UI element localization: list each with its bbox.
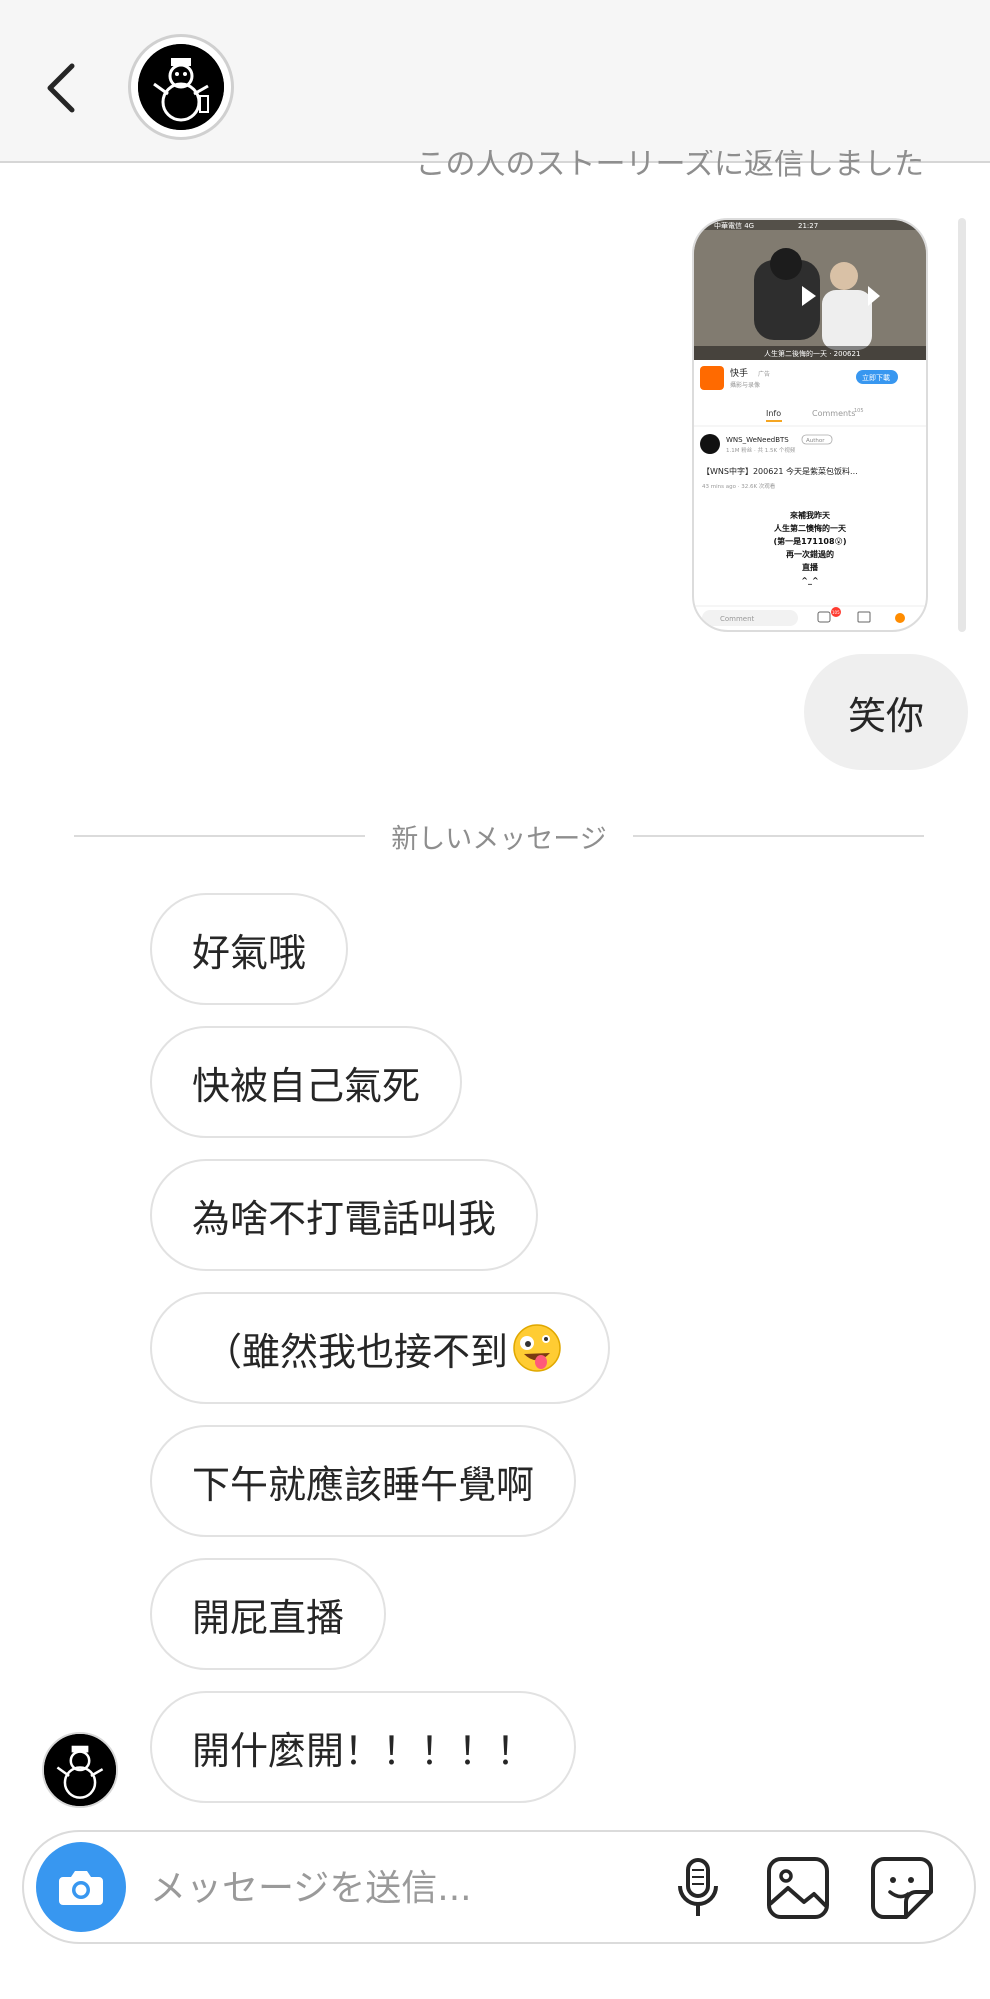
author-meta: 1.1M 粉丝 · 共 1.5K 个视频 (726, 446, 796, 454)
ad-app-name: 快手 (730, 367, 748, 379)
comment-placeholder: Comment (720, 615, 755, 623)
received-message-bubble[interactable]: 開屁直播 (150, 1558, 387, 1670)
message-text: 為啥不打電話叫我 (192, 1196, 497, 1241)
gallery-icon[interactable] (764, 1854, 832, 1922)
message-text: 開什麼開！！！！！ (192, 1728, 535, 1773)
snowman-avatar-icon (44, 1734, 116, 1806)
tab-comments-count: 105 (854, 408, 864, 414)
received-message-bubble[interactable]: （雖然我也接不到 (150, 1292, 611, 1404)
divider-line (74, 835, 366, 837)
sender-avatar[interactable] (42, 1732, 118, 1808)
post-title: 【WNS中字】200621 今天是紫菜包饭料... (702, 466, 858, 476)
back-button[interactable] (40, 58, 84, 118)
sent-message-text: 笑你 (847, 693, 924, 738)
camera-icon (59, 1871, 103, 1905)
message-text: （雖然我也接不到 (204, 1329, 509, 1374)
kuaishou-logo-icon (700, 366, 724, 390)
ad-tag: 广告 (758, 370, 770, 378)
video-caption: 人生第二後悔的一天 · 200621 (764, 349, 860, 358)
divider-label: 新しいメッセージ (391, 823, 607, 855)
story-body-line: 人生第二懊悔的一天 (774, 523, 847, 533)
chat-header (0, 0, 990, 163)
tab-comments: Comments (812, 409, 855, 418)
message-input[interactable] (148, 1854, 672, 1922)
post-meta: 43 mins ago · 32.6K 次观看 (702, 482, 776, 490)
scrollbar[interactable] (958, 218, 966, 632)
story-body-line: (第一是171108😮) (773, 536, 846, 546)
author-badge: Author (806, 438, 825, 444)
story-body-line: 來補我昨天 (789, 510, 831, 520)
story-body-line: ^_^ (801, 576, 818, 585)
received-message-bubble[interactable]: 快被自己氣死 (150, 1026, 463, 1138)
message-text: 下午就應該睡午覺啊 (192, 1462, 535, 1507)
author-name: WNS_WeNeedBTS (726, 436, 789, 444)
ad-sub: 攝影与录像 (730, 381, 760, 389)
story-status-time: 21:27 (798, 222, 818, 230)
zany-face-emoji-icon (513, 1324, 561, 1372)
divider-line (632, 835, 924, 837)
message-text: 好氣哦 (192, 930, 307, 975)
microphone-icon[interactable] (664, 1854, 732, 1922)
sent-message-bubble[interactable]: 笑你 (803, 654, 968, 770)
story-body-line: 直播 (802, 562, 819, 572)
story-screenshot[interactable]: 中華電信 4G 21:27 人生第二後悔的一天 · 200621 快手 广告 攝… (692, 218, 928, 632)
message-composer (22, 1830, 976, 1944)
message-text: 快被自己氣死 (192, 1063, 421, 1108)
received-message-bubble[interactable]: 為啥不打電話叫我 (150, 1159, 539, 1271)
message-text: 開屁直播 (192, 1595, 345, 1640)
received-message-bubble[interactable]: 開什麼開！！！！！ (150, 1691, 577, 1803)
camera-button[interactable] (36, 1842, 126, 1932)
ad-download-button: 立即下載 (862, 373, 890, 382)
story-status-left: 中華電信 4G (714, 221, 754, 230)
received-message-bubble[interactable]: 好氣哦 (150, 893, 349, 1005)
story-reply-note: この人のストーリーズに返信しました (415, 150, 925, 180)
tab-info: Info (766, 409, 781, 418)
story-body-line: 再一次錯過的 (786, 549, 834, 559)
sticker-icon[interactable] (868, 1854, 936, 1922)
chevron-left-icon (47, 63, 75, 113)
comment-badge: 105 (832, 610, 840, 615)
new-messages-divider: 新しいメッセージ (74, 818, 924, 855)
snowman-avatar-icon (138, 44, 224, 130)
profile-avatar[interactable] (128, 34, 234, 140)
received-message-bubble[interactable]: 下午就應該睡午覺啊 (150, 1425, 577, 1537)
